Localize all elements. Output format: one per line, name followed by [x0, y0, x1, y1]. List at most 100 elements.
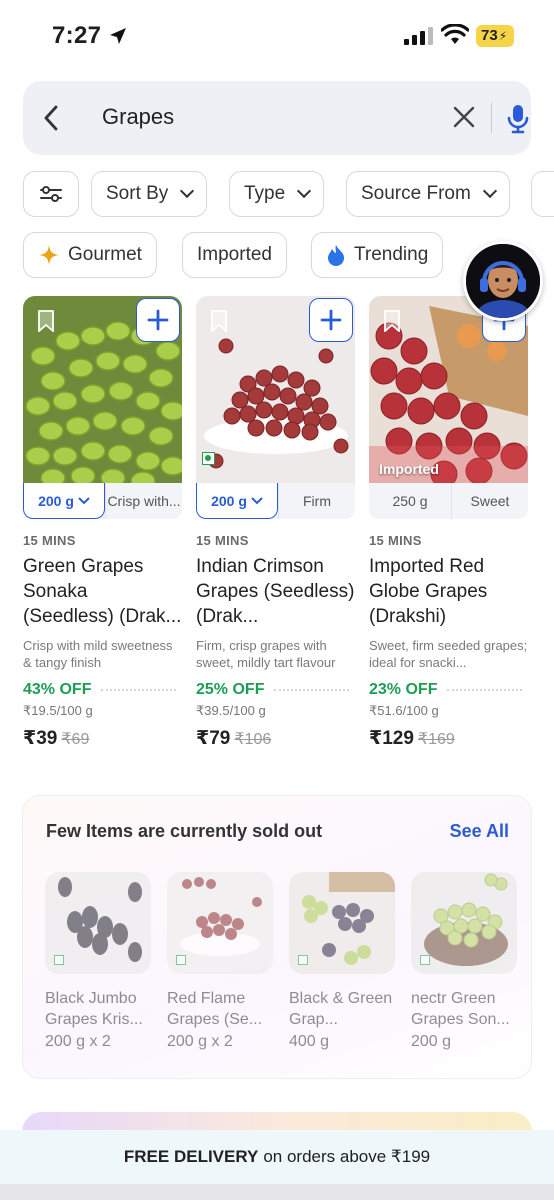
avatar-icon [466, 244, 540, 318]
add-to-cart-button[interactable] [309, 298, 353, 342]
sold-out-item-qty: 400 g [289, 1033, 330, 1050]
variant-selector[interactable]: 250 g Sweet [369, 483, 528, 519]
tag-trending-label: Trending [354, 244, 429, 265]
add-to-cart-button[interactable] [136, 298, 180, 342]
status-bar: 7:27 73⚡ [0, 0, 554, 72]
variant-size-button[interactable]: 200 g [23, 483, 105, 519]
sold-out-section: Few Items are currently sold out See All… [22, 795, 532, 1079]
bookmark-icon[interactable] [210, 310, 228, 332]
variant-size-button[interactable]: 200 g [196, 483, 278, 519]
delivery-eta: 15 MINS [369, 533, 422, 548]
location-arrow-icon [110, 28, 126, 44]
tag-trending[interactable]: Trending [311, 232, 444, 278]
product-name[interactable]: Green Grapes Sonaka (Seedless) (Drak... [23, 554, 182, 629]
tag-gourmet[interactable]: Gourmet [23, 232, 157, 278]
sold-out-item[interactable]: Black & Green Grap... 400 g [289, 872, 395, 1051]
sold-out-thumbnail [411, 872, 517, 974]
type-label: Type [244, 183, 286, 204]
price-row: ₹79 ₹106 [196, 727, 355, 750]
veg-indicator-icon [176, 955, 186, 965]
sold-out-item-name: Black & Green Grap... [289, 990, 393, 1028]
charging-bolt-icon: ⚡ [498, 29, 508, 43]
source-from-dropdown[interactable]: Source From [346, 171, 510, 217]
plus-icon [320, 309, 342, 331]
product-name[interactable]: Indian Crimson Grapes (Seedless) (Drak..… [196, 554, 355, 629]
discount-row: 43% OFF [23, 681, 182, 699]
sort-by-label: Sort By [106, 183, 169, 204]
sold-out-item-qty: 200 g x 2 [167, 1033, 233, 1050]
chevron-down-icon [251, 496, 263, 504]
discount-label: 25% OFF [196, 681, 265, 698]
sold-out-title: Few Items are currently sold out [46, 821, 323, 841]
search-bar[interactable]: Grapes [23, 81, 531, 155]
filter-settings-button[interactable] [23, 171, 79, 217]
more-filter-chip[interactable] [531, 171, 554, 217]
chevron-down-icon [482, 183, 497, 199]
discount-row: 25% OFF [196, 681, 355, 699]
free-delivery-bold: FREE DELIVERY [123, 1147, 259, 1166]
delivery-eta: 15 MINS [196, 533, 249, 548]
unit-price: ₹51.6/100 g [369, 703, 439, 718]
search-input[interactable]: Grapes [102, 104, 174, 130]
product-card[interactable]: Imported 250 g Sweet 15 MINS Imported Re… [369, 296, 528, 750]
variant-attribute: Sweet [451, 483, 528, 519]
bookmark-icon[interactable] [383, 310, 401, 332]
back-arrow-icon[interactable] [43, 105, 59, 131]
tag-gourmet-label: Gourmet [68, 244, 142, 265]
product-image[interactable] [196, 296, 355, 483]
tag-imported[interactable]: Imported [182, 232, 287, 278]
clear-icon[interactable] [452, 105, 476, 129]
sold-out-item[interactable]: nectr Green Grapes Son... 200 g [411, 872, 517, 1051]
cellular-signal-icon [404, 27, 433, 45]
sold-out-item-name: Red Flame Grapes (Se... [167, 990, 263, 1028]
product-image[interactable]: Imported [369, 296, 528, 483]
sold-out-item[interactable]: Red Flame Grapes (Se... 200 g x 2 [167, 872, 273, 1051]
assistant-avatar-button[interactable] [463, 241, 543, 321]
variant-selector[interactable]: 200 g Crisp with... [23, 483, 182, 519]
chevron-down-icon [180, 183, 195, 199]
product-image[interactable] [23, 296, 182, 483]
mic-icon[interactable] [506, 103, 530, 135]
variant-size-label: 200 g [38, 492, 74, 509]
sold-out-thumbnail [45, 872, 151, 974]
source-from-label: Source From [361, 183, 471, 204]
variant-size-button[interactable]: 250 g [369, 483, 451, 519]
product-description: Sweet, firm seeded grapes; ideal for sna… [369, 638, 528, 670]
search-divider [491, 103, 492, 133]
product-name[interactable]: Imported Red Globe Grapes (Drakshi) [369, 554, 528, 629]
product-description: Crisp with mild sweetness & tangy finish [23, 638, 173, 670]
type-dropdown[interactable]: Type [229, 171, 325, 217]
dotted-divider [101, 689, 176, 691]
chevron-down-icon [78, 496, 90, 504]
sliders-icon [40, 186, 62, 202]
price-row: ₹39 ₹69 [23, 727, 182, 750]
search-results-screen: 7:27 73⚡ Grapes Sort By Type Source From… [0, 0, 554, 1200]
product-card[interactable]: 200 g Crisp with... 15 MINS Green Grapes… [23, 296, 182, 750]
status-time: 7:27 [52, 22, 102, 49]
plus-icon [147, 309, 169, 331]
chevron-down-icon [297, 183, 312, 199]
bottom-bar [0, 1184, 554, 1200]
veg-indicator-icon [298, 955, 308, 965]
mrp-price: ₹69 [61, 731, 90, 748]
variant-size-label: 250 g [392, 493, 428, 509]
sort-by-dropdown[interactable]: Sort By [91, 171, 208, 217]
veg-indicator-icon [54, 955, 64, 965]
bookmark-icon[interactable] [37, 310, 55, 332]
delivery-eta: 15 MINS [23, 533, 76, 548]
free-delivery-text: on orders above ₹199 [263, 1147, 431, 1166]
product-description: Firm, crisp grapes with sweet, mildly ta… [196, 638, 336, 670]
variant-attribute: Firm [278, 483, 355, 519]
selling-price: ₹79 [196, 728, 231, 749]
discount-label: 43% OFF [23, 681, 92, 698]
unit-price: ₹39.5/100 g [196, 703, 266, 718]
sparkle-icon [39, 245, 59, 265]
variant-selector[interactable]: 200 g Firm [196, 483, 355, 519]
selling-price: ₹39 [23, 728, 58, 749]
sold-out-item[interactable]: Black Jumbo Grapes Kris... 200 g x 2 [45, 872, 151, 1051]
selling-price: ₹129 [369, 728, 414, 749]
see-all-link[interactable]: See All [450, 821, 509, 842]
product-card[interactable]: 200 g Firm 15 MINS Indian Crimson Grapes… [196, 296, 355, 750]
variant-size-label: 200 g [211, 492, 247, 509]
dotted-divider [274, 689, 349, 691]
